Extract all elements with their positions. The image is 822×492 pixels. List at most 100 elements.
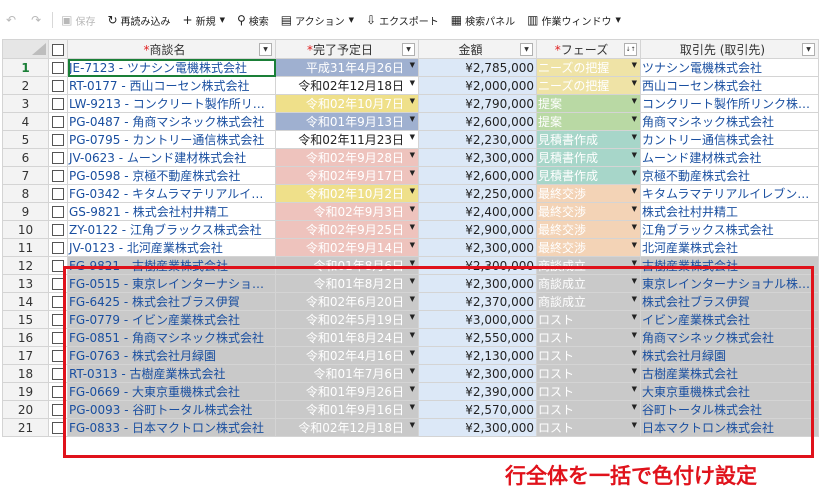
dropdown-caret-icon[interactable]: ▼: [410, 97, 415, 105]
amount-cell[interactable]: ¥2,250,000: [418, 184, 537, 203]
dropdown-caret-icon[interactable]: ▼: [632, 259, 637, 267]
row-checkbox-cell[interactable]: [48, 202, 68, 221]
deal-name-cell[interactable]: FG-0763 - 株式会社月緑園: [67, 346, 276, 365]
deal-name-cell[interactable]: ZY-0122 - 江角ブラックス株式会社: [67, 220, 276, 239]
dropdown-caret-icon[interactable]: ▼: [632, 367, 637, 375]
toolbar-redo-button[interactable]: ↷: [25, 0, 50, 40]
client-cell[interactable]: キタムラマテリアルイレブン組合: [640, 184, 819, 203]
deal-name-cell[interactable]: FG-0833 - 日本マクトロン株式会社: [67, 418, 276, 437]
filter-dropdown-icon[interactable]: ▼: [259, 43, 272, 56]
due-date-cell[interactable]: 平成31年4月26日 ▼: [275, 58, 419, 77]
table-row[interactable]: 21 FG-0833 - 日本マクトロン株式会社 令和02年12月18日 ▼ ¥2,30…: [2, 418, 819, 437]
row-number[interactable]: 9: [2, 202, 49, 221]
row-checkbox-cell[interactable]: [48, 328, 68, 347]
row-number[interactable]: 7: [2, 166, 49, 185]
phase-cell[interactable]: 最終交渉 ▼: [536, 184, 641, 203]
amount-cell[interactable]: ¥2,390,000: [418, 382, 537, 401]
deal-name-cell[interactable]: FG-0779 - イビン産業株式会社: [67, 310, 276, 329]
dropdown-caret-icon[interactable]: ▼: [410, 61, 415, 69]
client-cell[interactable]: 古樹産業株式会社: [640, 364, 819, 383]
amount-cell[interactable]: ¥2,300,000: [418, 256, 537, 275]
due-date-cell[interactable]: 令和01年9月13日 ▼: [275, 112, 419, 131]
client-cell[interactable]: 日本マクトロン株式会社: [640, 418, 819, 437]
row-checkbox-cell[interactable]: [48, 346, 68, 365]
row-checkbox[interactable]: [52, 332, 64, 344]
amount-cell[interactable]: ¥2,300,000: [418, 238, 537, 257]
row-number[interactable]: 1: [2, 58, 49, 77]
dropdown-caret-icon[interactable]: ▼: [410, 187, 415, 195]
row-checkbox[interactable]: [52, 188, 64, 200]
due-date-cell[interactable]: 令和02年9月17日 ▼: [275, 166, 419, 185]
deal-name-cell[interactable]: PG-0487 - 角商マシネック株式会社: [67, 112, 276, 131]
dropdown-caret-icon[interactable]: ▼: [632, 349, 637, 357]
dropdown-caret-icon[interactable]: ▼: [632, 115, 637, 123]
amount-cell[interactable]: ¥3,000,000: [418, 310, 537, 329]
dropdown-caret-icon[interactable]: ▼: [410, 115, 415, 123]
row-checkbox[interactable]: [52, 62, 64, 74]
table-row[interactable]: 4 PG-0487 - 角商マシネック株式会社 令和01年9月13日 ▼ ¥2,600,…: [2, 112, 819, 131]
dropdown-caret-icon[interactable]: ▼: [410, 241, 415, 249]
deal-name-cell[interactable]: FG-0342 - キタムラマテリアルイレブン組合: [67, 184, 276, 203]
dropdown-caret-icon[interactable]: ▼: [632, 133, 637, 141]
row-checkbox[interactable]: [52, 278, 64, 290]
phase-cell[interactable]: ニーズの把握 ▼: [536, 76, 641, 95]
deal-name-cell[interactable]: JV-0123 - 北河産業株式会社: [67, 238, 276, 257]
phase-cell[interactable]: 見積書作成 ▼: [536, 148, 641, 167]
toolbar-undo-button[interactable]: ↶: [0, 0, 25, 40]
filter-dropdown-icon[interactable]: ▼: [402, 43, 415, 56]
dropdown-caret-icon[interactable]: ▼: [410, 403, 415, 411]
client-cell[interactable]: 谷町トータル株式会社: [640, 400, 819, 419]
row-number[interactable]: 2: [2, 76, 49, 95]
dropdown-caret-icon[interactable]: ▼: [410, 313, 415, 321]
row-number[interactable]: 6: [2, 148, 49, 167]
phase-cell[interactable]: 提案 ▼: [536, 112, 641, 131]
amount-cell[interactable]: ¥2,300,000: [418, 364, 537, 383]
phase-cell[interactable]: ロスト ▼: [536, 400, 641, 419]
dropdown-caret-icon[interactable]: ▼: [632, 385, 637, 393]
client-cell[interactable]: 東京レインターナショナル株式会社: [640, 274, 819, 293]
client-cell[interactable]: 京極不動産株式会社: [640, 166, 819, 185]
dropdown-caret-icon[interactable]: ▼: [632, 97, 637, 105]
due-date-cell[interactable]: 令和02年12月18日 ▼: [275, 418, 419, 437]
dropdown-caret-icon[interactable]: ▼: [632, 277, 637, 285]
phase-cell[interactable]: 商談成立 ▼: [536, 292, 641, 311]
dropdown-caret-icon[interactable]: ▼: [410, 169, 415, 177]
row-checkbox[interactable]: [52, 404, 64, 416]
deal-name-cell[interactable]: FG-0851 - 角商マシネック株式会社: [67, 328, 276, 347]
row-checkbox[interactable]: [52, 242, 64, 254]
row-checkbox[interactable]: [52, 260, 64, 272]
row-checkbox[interactable]: [52, 314, 64, 326]
client-cell[interactable]: イビン産業株式会社: [640, 310, 819, 329]
filter-dropdown-icon[interactable]: ▼: [520, 43, 533, 56]
amount-cell[interactable]: ¥2,600,000: [418, 112, 537, 131]
deal-name-cell[interactable]: PG-0093 - 谷町トータル株式会社: [67, 400, 276, 419]
due-date-cell[interactable]: 令和02年9月25日 ▼: [275, 220, 419, 239]
column-header[interactable]: *フェーズ ↓↑: [536, 39, 641, 59]
row-checkbox-cell[interactable]: [48, 220, 68, 239]
phase-cell[interactable]: 見積書作成 ▼: [536, 130, 641, 149]
toolbar-reload-button[interactable]: ↻ 再読み込み: [101, 0, 176, 40]
dropdown-caret-icon[interactable]: ▼: [410, 223, 415, 231]
row-checkbox-cell[interactable]: [48, 94, 68, 113]
due-date-cell[interactable]: 令和01年9月16日 ▼: [275, 400, 419, 419]
toolbar-search-panel-button[interactable]: ▦ 検索パネル: [445, 0, 521, 40]
amount-cell[interactable]: ¥2,400,000: [418, 202, 537, 221]
table-row[interactable]: 2 RT-0177 - 西山コーセン株式会社 令和02年12月18日 ▼ ¥2,000,…: [2, 76, 819, 95]
row-checkbox[interactable]: [52, 296, 64, 308]
toolbar-plus-button[interactable]: + 新規 ▼: [177, 0, 231, 40]
table-row[interactable]: 12 FG-9821 - 古樹産業株式会社 令和01年8月6日 ▼ ¥2,300,000…: [2, 256, 819, 275]
phase-cell[interactable]: ロスト ▼: [536, 382, 641, 401]
row-checkbox[interactable]: [52, 116, 64, 128]
client-cell[interactable]: 西山コーセン株式会社: [640, 76, 819, 95]
row-checkbox[interactable]: [52, 368, 64, 380]
row-checkbox-cell[interactable]: [48, 310, 68, 329]
amount-cell[interactable]: ¥2,790,000: [418, 94, 537, 113]
row-number[interactable]: 16: [2, 328, 49, 347]
dropdown-caret-icon[interactable]: ▼: [632, 313, 637, 321]
select-all-corner[interactable]: [2, 39, 49, 59]
due-date-cell[interactable]: 令和02年9月3日 ▼: [275, 202, 419, 221]
row-checkbox-cell[interactable]: [48, 238, 68, 257]
due-date-cell[interactable]: 令和02年12月18日 ▼: [275, 76, 419, 95]
dropdown-caret-icon[interactable]: ▼: [410, 385, 415, 393]
dropdown-caret-icon[interactable]: ▼: [410, 367, 415, 375]
